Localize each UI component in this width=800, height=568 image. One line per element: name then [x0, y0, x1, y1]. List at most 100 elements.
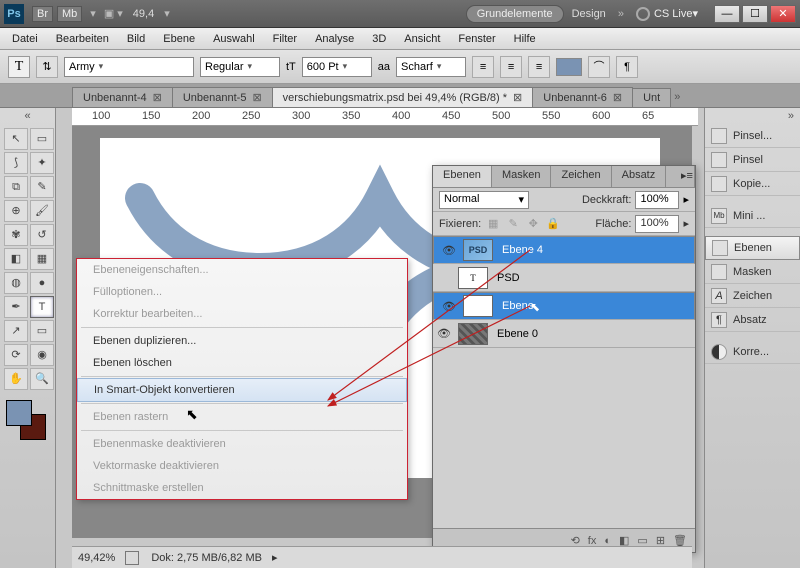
menu-bearbeiten[interactable]: Bearbeiten [48, 31, 117, 47]
dock-masken[interactable]: Masken [705, 260, 800, 284]
char-panel-icon[interactable]: ¶ [616, 56, 638, 78]
dock-ebenen[interactable]: Ebenen [705, 236, 800, 260]
tab-masken[interactable]: Masken [492, 166, 552, 187]
font-select[interactable]: Army▾ [64, 57, 194, 77]
aa-select[interactable]: Scharf▾ [396, 57, 466, 77]
dock-zeichen[interactable]: AZeichen [705, 284, 800, 308]
fill-field[interactable]: 100% [635, 215, 679, 233]
fx-icon[interactable]: fx [588, 535, 597, 547]
size-select[interactable]: 600 Pt▾ [302, 57, 372, 77]
chevron-icon[interactable]: » [618, 8, 624, 20]
lock-all-icon[interactable]: 🔒 [545, 217, 561, 230]
blur-tool[interactable]: ◍ [4, 272, 28, 294]
chevron-icon[interactable]: ▸ [272, 551, 278, 564]
orientation-icon[interactable]: ⇅ [36, 56, 58, 78]
visibility-icon[interactable]: 👁 [433, 327, 455, 340]
dock-pinsel[interactable]: Pinsel [705, 148, 800, 172]
tab-unbenannt-6[interactable]: Unbenannt-6⊠ [532, 87, 633, 107]
tab-unbenannt-4[interactable]: Unbenannt-4⊠ [72, 87, 173, 107]
warp-icon[interactable]: ⌒ [588, 56, 610, 78]
history-brush-tool[interactable]: ↺ [30, 224, 54, 246]
maximize-button[interactable]: ☐ [742, 5, 768, 23]
collapse-icon[interactable]: » [705, 108, 800, 124]
eyedropper-tool[interactable]: ✎ [30, 176, 54, 198]
3d-tool[interactable]: ⟳ [4, 344, 28, 366]
dock-kopie[interactable]: Kopie... [705, 172, 800, 196]
zoom-tool[interactable]: 🔍 [30, 368, 54, 390]
tabs-overflow-icon[interactable]: » [674, 91, 680, 103]
path-tool[interactable]: ↗ [4, 320, 28, 342]
menu-bild[interactable]: Bild [119, 31, 153, 47]
menu-3d[interactable]: 3D [364, 31, 394, 47]
lock-position-icon[interactable]: ✥ [525, 217, 541, 230]
ctx-duplizieren[interactable]: Ebenen duplizieren... [77, 330, 407, 352]
dock-korrektur[interactable]: Korre... [705, 340, 800, 364]
dodge-tool[interactable]: ● [30, 272, 54, 294]
stamp-tool[interactable]: ✾ [4, 224, 28, 246]
dock-absatz[interactable]: ¶Absatz [705, 308, 800, 332]
gradient-tool[interactable]: ▦ [30, 248, 54, 270]
close-icon[interactable]: ⊠ [153, 91, 162, 104]
align-center-icon[interactable]: ≡ [500, 56, 522, 78]
layer-row[interactable]: T PSD [433, 264, 695, 292]
status-zoom[interactable]: 49,42% [78, 552, 115, 564]
blend-mode-select[interactable]: Normal ▾ [439, 191, 529, 209]
cslive-button[interactable]: CS Live ▾ [636, 7, 698, 21]
lasso-tool[interactable]: ⟆ [4, 152, 28, 174]
opacity-field[interactable]: 100% [635, 191, 679, 209]
close-icon[interactable]: ⊠ [252, 91, 261, 104]
align-right-icon[interactable]: ≡ [528, 56, 550, 78]
heal-tool[interactable]: ⊕ [4, 200, 28, 222]
lock-paint-icon[interactable]: ✎ [505, 217, 521, 230]
tab-absatz[interactable]: Absatz [612, 166, 667, 187]
close-button[interactable]: ✕ [770, 5, 796, 23]
move-tool[interactable]: ↖ [4, 128, 28, 150]
bridge-chip[interactable]: Br [32, 6, 53, 22]
visibility-icon[interactable]: 👁 [438, 244, 460, 257]
layer-row[interactable]: 👁 PSD Ebene 4 [433, 236, 695, 264]
eraser-tool[interactable]: ◧ [4, 248, 28, 270]
layer-name[interactable]: PSD [491, 272, 520, 284]
close-icon[interactable]: ⊠ [513, 91, 522, 104]
text-color-swatch[interactable] [556, 58, 582, 76]
preview-icon[interactable] [125, 551, 139, 565]
mask-icon[interactable]: ◐ [604, 535, 611, 547]
menu-auswahl[interactable]: Auswahl [205, 31, 263, 47]
tab-unbenannt-5[interactable]: Unbenannt-5⊠ [172, 87, 273, 107]
align-left-icon[interactable]: ≡ [472, 56, 494, 78]
tab-ebenen[interactable]: Ebenen [433, 166, 492, 187]
panel-menu-icon[interactable]: ▸≡ [671, 166, 695, 187]
menu-filter[interactable]: Filter [265, 31, 305, 47]
menu-hilfe[interactable]: Hilfe [506, 31, 544, 47]
chevron-icon[interactable]: ▸ [683, 217, 689, 230]
layer-name[interactable]: Ebene 0 [491, 328, 538, 340]
layer-name[interactable]: Ebene 4 [496, 244, 543, 256]
minibridge-chip[interactable]: Mb [57, 6, 82, 22]
ctx-loeschen[interactable]: Ebenen löschen [77, 352, 407, 374]
tab-verschiebungsmatrix[interactable]: verschiebungsmatrix.psd bei 49,4% (RGB/8… [272, 87, 534, 107]
minimize-button[interactable]: — [714, 5, 740, 23]
brush-tool[interactable]: 🖌 [30, 200, 54, 222]
menu-ansicht[interactable]: Ansicht [396, 31, 448, 47]
wand-tool[interactable]: ✦ [30, 152, 54, 174]
close-icon[interactable]: ⊠ [613, 91, 622, 104]
layer-row[interactable]: 👁 Ebene 0 [433, 320, 695, 348]
fg-color[interactable] [6, 400, 32, 426]
camera-tool[interactable]: ◉ [30, 344, 54, 366]
color-swatches[interactable] [6, 400, 46, 440]
menu-datei[interactable]: Datei [4, 31, 46, 47]
menu-analyse[interactable]: Analyse [307, 31, 362, 47]
layer-name[interactable]: Ebene [496, 300, 534, 312]
weight-select[interactable]: Regular▾ [200, 57, 280, 77]
pen-tool[interactable]: ✒ [4, 296, 28, 318]
crop-tool[interactable]: ⧉ [4, 176, 28, 198]
hand-tool[interactable]: ✋ [4, 368, 28, 390]
tab-unt[interactable]: Unt [632, 88, 671, 107]
dock-pinsel-preset[interactable]: Pinsel... [705, 124, 800, 148]
workspace-design[interactable]: Design [572, 8, 606, 20]
type-tool[interactable]: T [30, 296, 54, 318]
chevron-icon[interactable]: ▸ [683, 193, 689, 206]
marquee-tool[interactable]: ▭ [30, 128, 54, 150]
workspace-pill[interactable]: Grundelemente [466, 5, 564, 23]
shape-tool[interactable]: ▭ [30, 320, 54, 342]
